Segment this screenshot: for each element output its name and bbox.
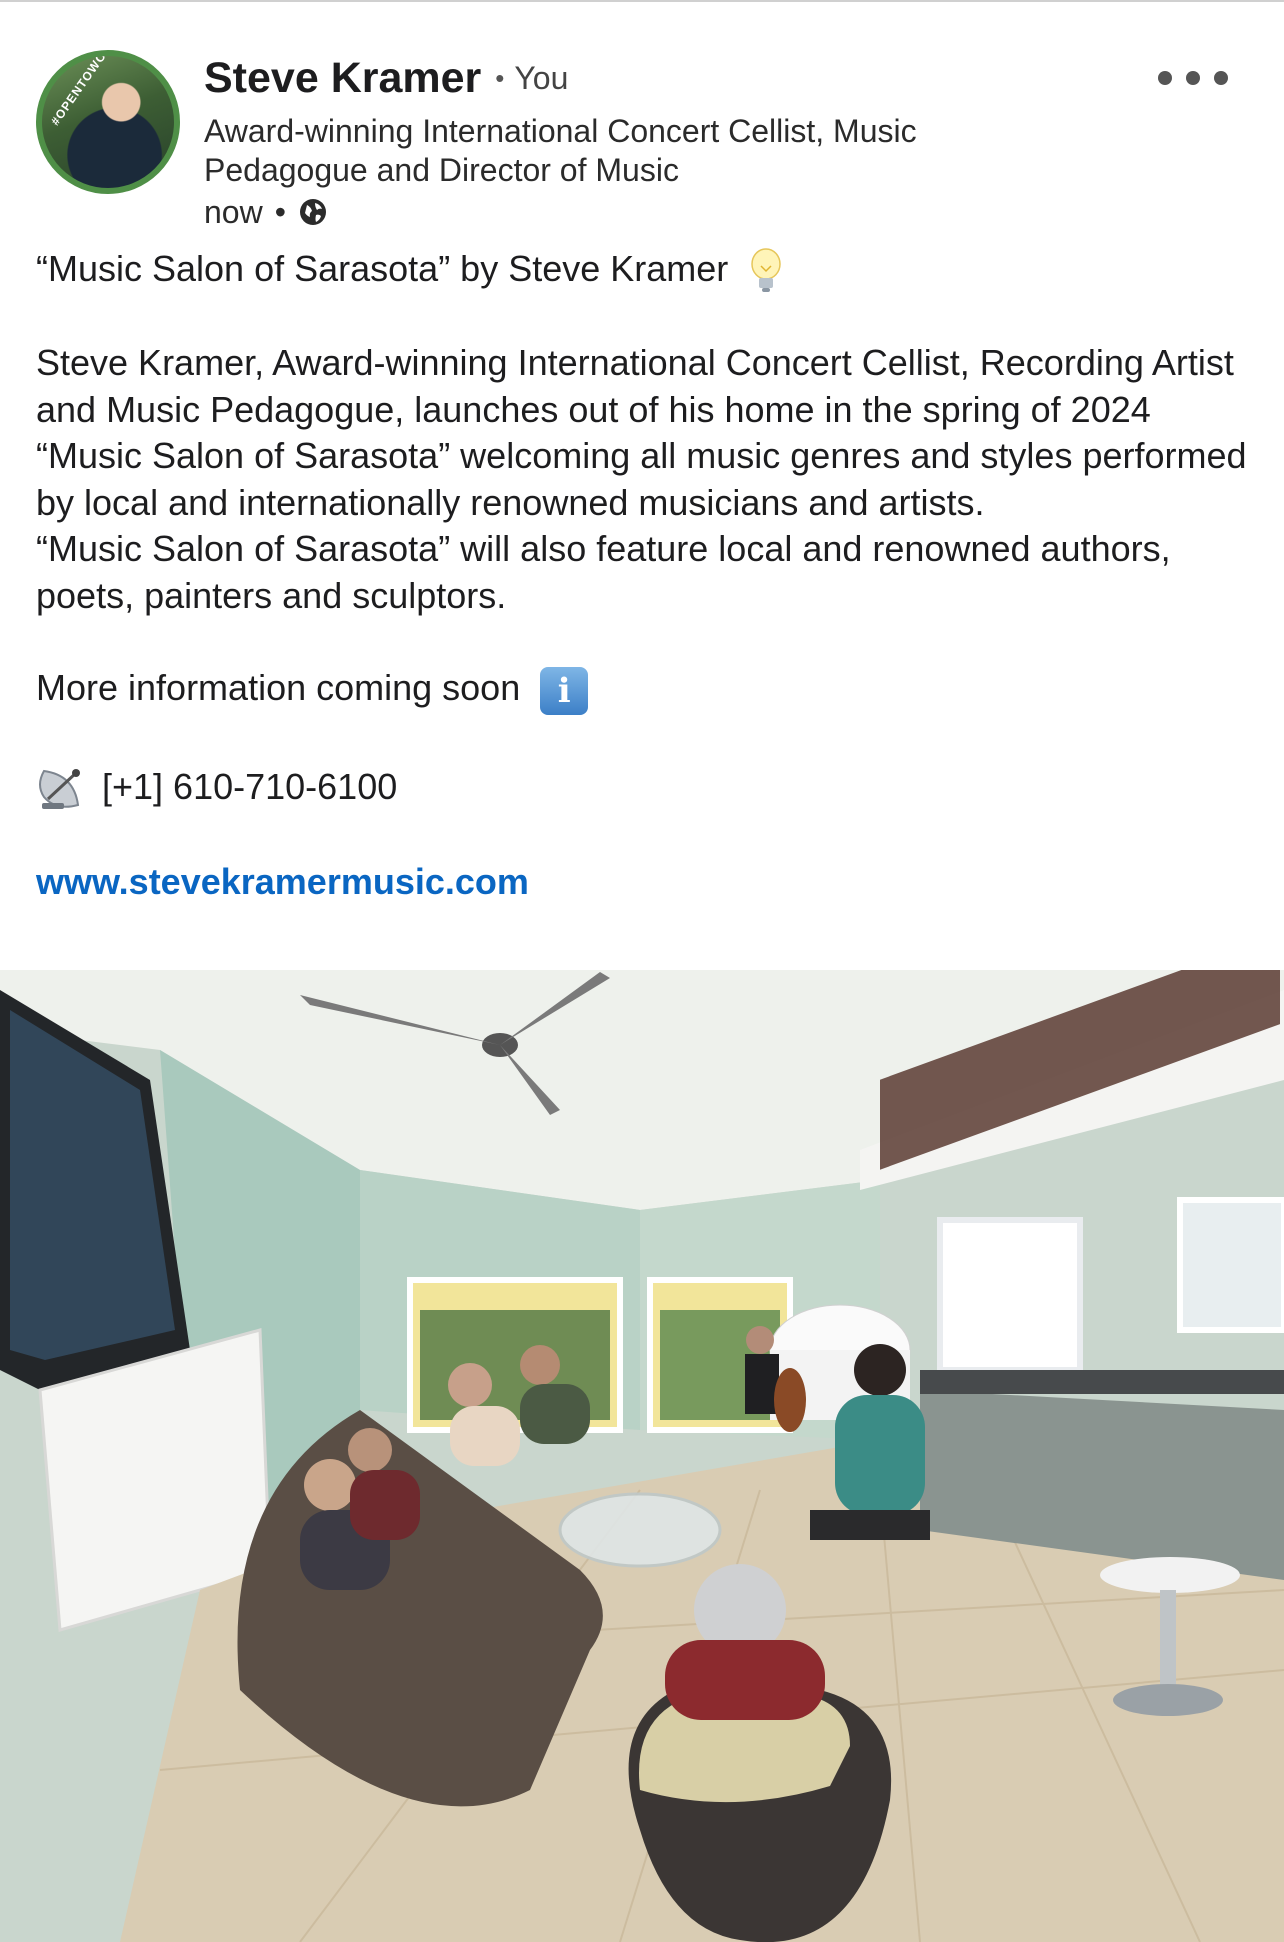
author-name[interactable]: Steve Kramer [204, 54, 481, 103]
audience-member [520, 1345, 560, 1385]
audience-member [348, 1428, 392, 1472]
opentowork-badge: #OPENTOWORK [48, 50, 121, 129]
author-name-line: Steve Kramer • You [204, 50, 568, 106]
post-paragraph: “Music Salon of Sarasota” will also feat… [36, 528, 1171, 616]
phone-line: [+1] 610-710-6100 [36, 761, 1248, 813]
chair [810, 1510, 930, 1540]
audience-member [854, 1344, 906, 1396]
window [1177, 1197, 1284, 1333]
author-headline: Award-winning International Concert Cell… [204, 113, 917, 188]
separator-dot: • [495, 62, 505, 93]
post-header: #OPENTOWORK Steve Kramer • You Award-win… [36, 50, 1248, 230]
post-title-line: “Music Salon of Sarasota” by Steve Krame… [36, 246, 1248, 294]
cellist [746, 1326, 774, 1354]
post-photo[interactable] [0, 970, 1284, 1942]
more-info-line: More information coming soon i [36, 665, 1248, 715]
phone-number[interactable]: [+1] 610-710-6100 [102, 764, 397, 811]
website-line: www.stevekramermusic.com [36, 859, 1248, 906]
more-dot [1158, 71, 1172, 85]
music-salon-photo [0, 970, 1284, 1942]
more-options-icon[interactable] [1158, 58, 1228, 98]
globe-icon [299, 199, 326, 225]
cello [774, 1368, 806, 1432]
window [937, 1217, 1083, 1373]
coffee-table [558, 1492, 722, 1568]
lightbulb-icon [751, 248, 782, 293]
audience-member [448, 1363, 492, 1407]
more-dot [1186, 71, 1200, 85]
post-body: “Music Salon of Sarasota” by Steve Krame… [36, 246, 1248, 905]
post-paragraph: Steve Kramer, Award-winning Internationa… [36, 342, 1247, 523]
more-info-text: More information coming soon [36, 667, 521, 709]
post-meta: now • [204, 192, 328, 232]
website-link[interactable]: www.stevekramermusic.com [36, 861, 529, 902]
more-dot [1214, 71, 1228, 85]
satellite-dish-icon [39, 768, 80, 809]
separator-dot: • [274, 193, 286, 230]
post-timestamp: now [204, 193, 263, 230]
bar-stool [1100, 1557, 1240, 1593]
post-title-text: “Music Salon of Sarasota” by Steve Krame… [36, 248, 729, 289]
top-divider [0, 0, 1284, 2]
countertop [920, 1370, 1284, 1394]
audience-member [304, 1459, 356, 1511]
author-relation: You [514, 59, 569, 96]
author-avatar[interactable]: #OPENTOWORK [36, 50, 180, 194]
information-icon: i [540, 666, 589, 715]
